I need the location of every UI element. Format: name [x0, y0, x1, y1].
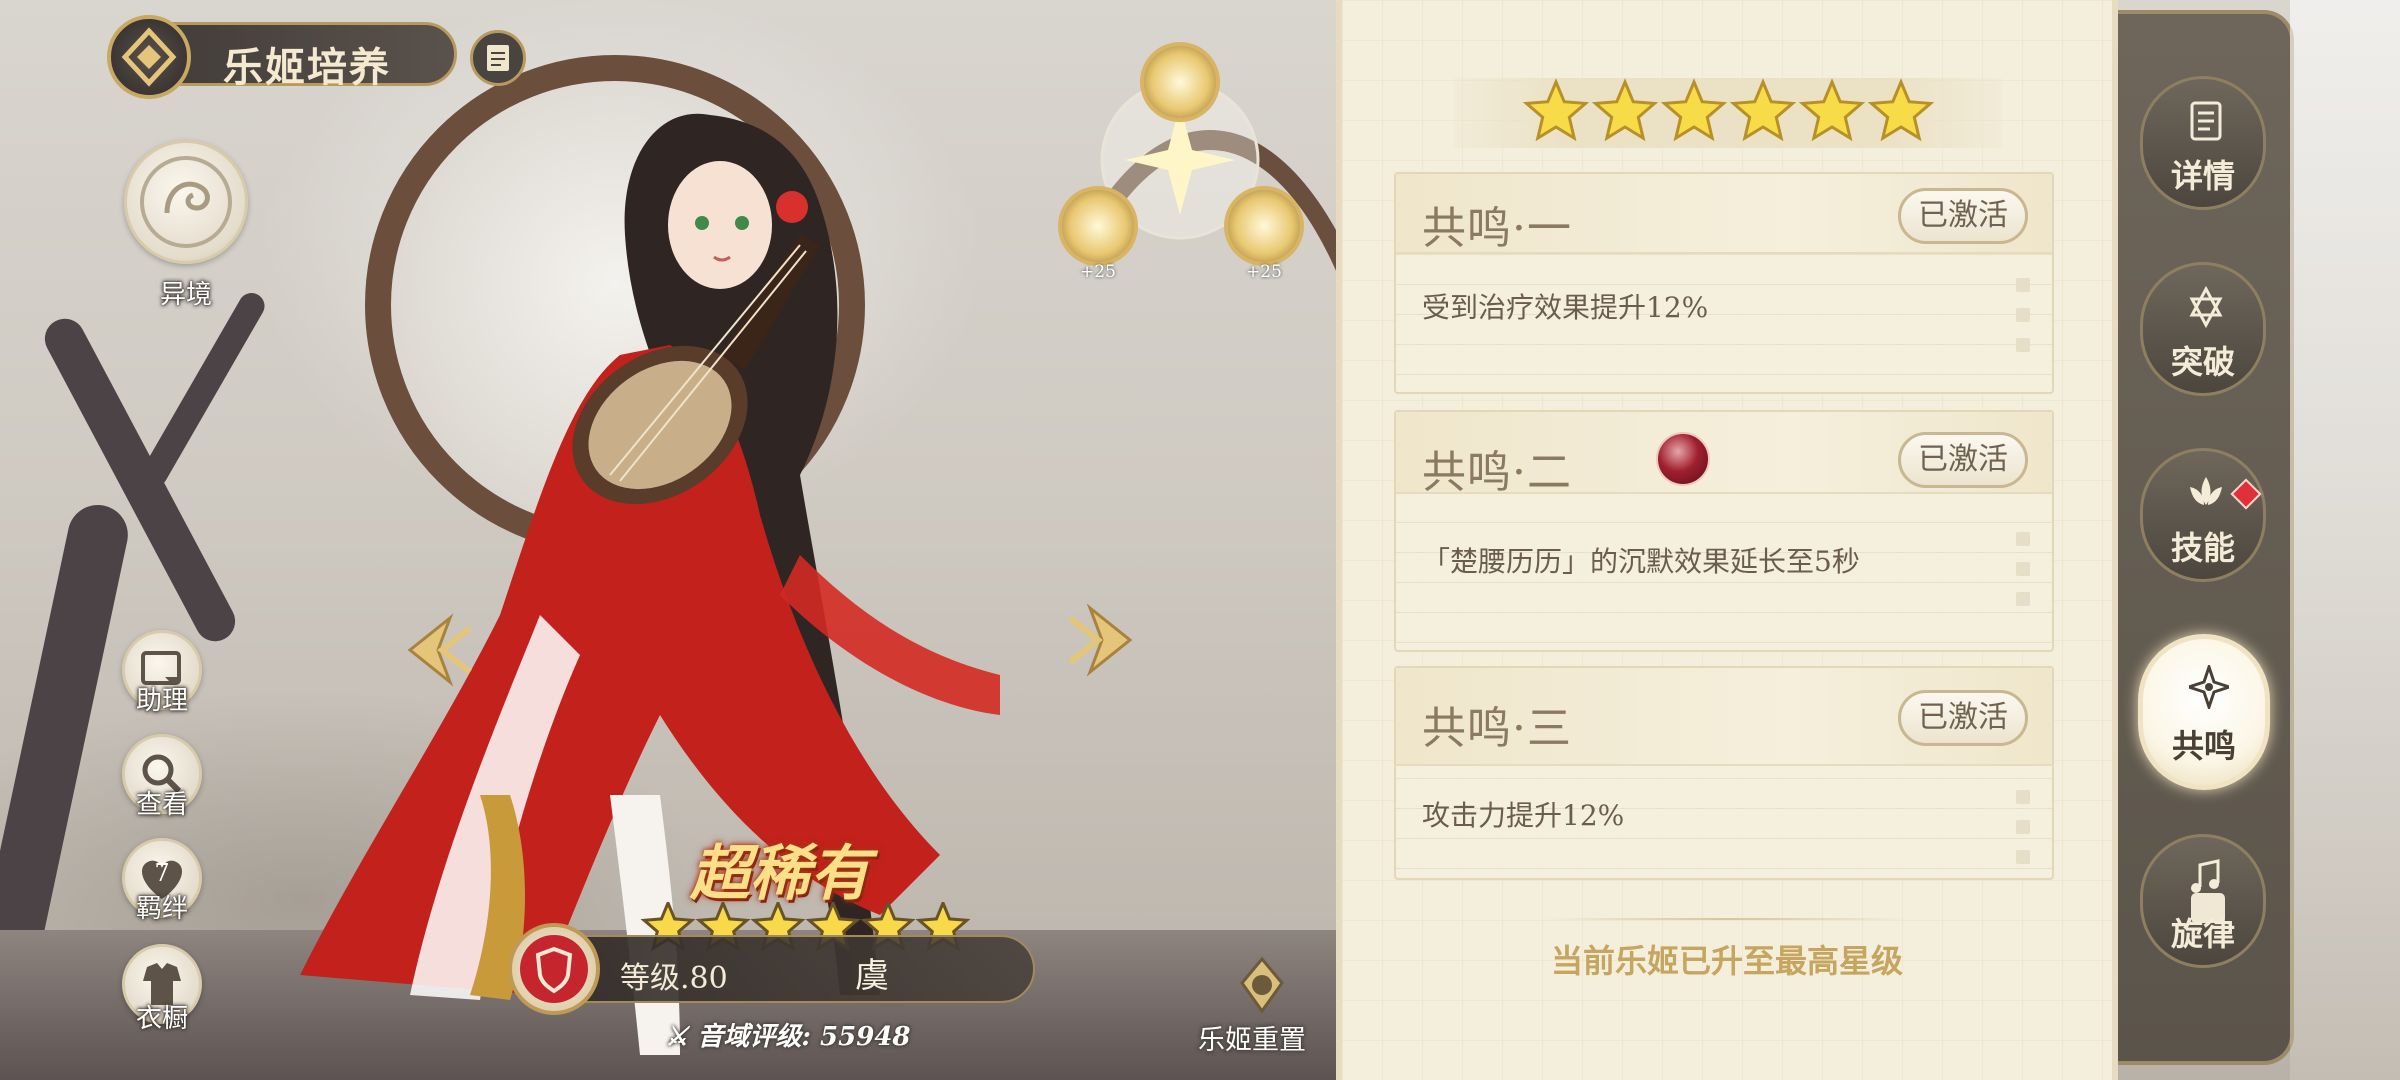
rarity-label: 超稀有: [690, 839, 870, 909]
tab-label: 共鸣: [2171, 727, 2236, 765]
skill-crystal-right[interactable]: [1224, 186, 1304, 266]
tab-resonance[interactable]: 共鸣: [2138, 634, 2270, 790]
sword-icon: ⚔: [665, 1022, 698, 1052]
tab-breakthrough[interactable]: 突破: [2140, 262, 2266, 396]
level-badge: [508, 923, 600, 1015]
crystal-left-bonus: +25: [1080, 262, 1116, 282]
star-icon: [1798, 78, 1866, 142]
wardrobe-label: 衣橱: [135, 1004, 188, 1034]
page-header: 乐姬培养: [107, 15, 457, 99]
card-deco: [2016, 532, 2030, 622]
back-emblem-button[interactable]: [107, 15, 191, 99]
resonance-description: 攻击力提升12%: [1422, 799, 1625, 832]
crystal-right-bonus: +25: [1246, 262, 1282, 282]
tab-label: 详情: [2170, 157, 2235, 195]
resonance-description: 「楚腰历历」的沉默效果延长至5秒: [1422, 545, 1860, 578]
reset-label: 乐姬重置: [1198, 1025, 1306, 1056]
tab-details[interactable]: 详情: [2140, 76, 2266, 210]
leaf-crown-icon: [2190, 477, 2222, 505]
yijing-label: 异境: [159, 280, 212, 310]
tab-label: 旋律: [2170, 915, 2235, 953]
next-character-arrow[interactable]: [1060, 600, 1150, 680]
shield-icon: [520, 935, 588, 1003]
skill-crystal-top[interactable]: [1140, 42, 1220, 122]
rating-label: 音域评级:: [697, 1022, 811, 1052]
star-icon: [1591, 78, 1659, 142]
resonance-title: 共鸣·三: [1422, 703, 1572, 754]
bond-count: 7: [154, 859, 170, 887]
resonance-card-2: 共鸣·二 已激活 「楚腰历历」的沉默效果延长至5秒: [1394, 410, 2054, 652]
star-icon: [1522, 78, 1590, 142]
max-star-notice: 当前乐姬已升至最高星级: [1550, 942, 1903, 980]
star-icon: [1660, 78, 1728, 142]
character-scene: 乐姬培养 异境 助理 查看 7 羁绊 衣橱 +25 +25 超稀有 等级.80 …: [0, 0, 1340, 1080]
rating-value: 55948: [820, 1022, 911, 1052]
tab-melody[interactable]: 旋律: [2140, 834, 2266, 968]
view-label: 查看: [135, 790, 188, 820]
rating-row: ⚔ 音域评级: 55948: [665, 1016, 911, 1053]
resonance-card-1: 共鸣·一 已激活 受到治疗效果提升12%: [1394, 172, 2054, 394]
yijing-button[interactable]: [124, 140, 248, 264]
resonance-title: 共鸣·二: [1422, 447, 1572, 498]
reset-icon[interactable]: [1222, 955, 1302, 1015]
tab-label: 突破: [2170, 343, 2235, 381]
alert-badge: [2230, 478, 2262, 510]
star-icon: [1729, 78, 1797, 142]
character-name: 虞: [855, 956, 889, 996]
assistant-label: 助理: [135, 686, 188, 716]
notebook-button[interactable]: [470, 30, 526, 86]
panel-stars-band: [1454, 78, 2002, 148]
prev-character-arrow[interactable]: [390, 610, 480, 690]
tab-label: 技能: [2170, 529, 2235, 567]
resonance-orb-icon[interactable]: [1656, 432, 1710, 486]
diamond-back-icon: [121, 27, 177, 87]
tab-skills[interactable]: 技能: [2140, 448, 2266, 582]
card-deco: [2016, 790, 2030, 880]
side-tab-bar: 详情 突破 技能 共鸣 旋律: [2118, 10, 2294, 1065]
star-icon: [1867, 78, 1935, 142]
resonance-panel: 共鸣·一 已激活 受到治疗效果提升12% 共鸣·二 已激活 「楚腰历历」的沉默效…: [1336, 0, 2118, 1080]
level-text: 等级.80: [620, 961, 728, 996]
resonance-title: 共鸣·一: [1422, 203, 1572, 254]
panel-star-rating: [1522, 78, 1935, 142]
skill-crystal-left[interactable]: [1058, 186, 1138, 266]
edge-light: [2290, 0, 2400, 1080]
card-deco: [2016, 278, 2030, 368]
sparkle-star-icon: [2189, 665, 2229, 709]
activated-badge: 已激活: [1898, 690, 2028, 746]
scroll-icon: [2190, 101, 2222, 141]
resonance-card-3: 共鸣·三 已激活 攻击力提升12%: [1394, 666, 2054, 880]
activated-badge: 已激活: [1898, 188, 2028, 244]
dragon-icon: [140, 156, 232, 248]
activated-badge: 已激活: [1898, 432, 2028, 488]
notebook-icon: [487, 45, 509, 71]
footer-divider: [1542, 918, 1912, 920]
hexagram-icon: [2189, 285, 2223, 329]
bond-label: 羁绊: [135, 894, 188, 924]
page-title: 乐姬培养: [223, 44, 391, 91]
resonance-description: 受到治疗效果提升12%: [1422, 291, 1709, 324]
